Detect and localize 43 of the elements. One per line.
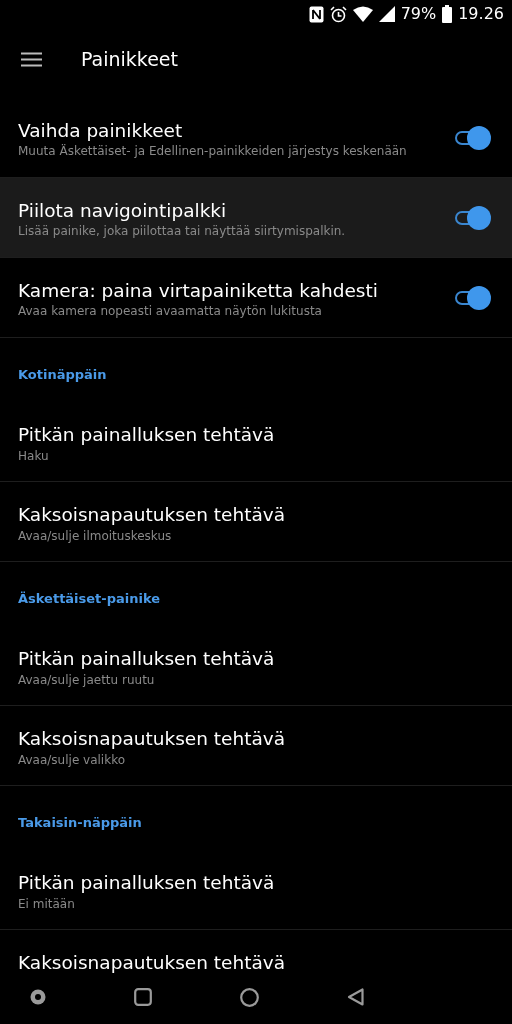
setting-title: Vaihda painikkeet	[18, 119, 184, 141]
signal-icon	[378, 6, 395, 22]
wifi-icon	[352, 6, 373, 22]
toggle-switch[interactable]	[455, 205, 491, 230]
setting-title: Kaksoisnapautuksen tehtävä	[18, 952, 286, 973]
toggle-switch[interactable]	[455, 285, 491, 310]
setting-description: Lisää painike, joka piilottaa tai näyttää siirtymispalkin.	[18, 223, 347, 238]
menu-icon[interactable]	[21, 51, 42, 67]
setting-row[interactable]: Kaksoisnapautuksen tehtävä Avaa/sulje ilmoituskeskus	[0, 482, 512, 562]
page-title: Painikkeet	[81, 48, 178, 70]
setting-description: Avaa kamera nopeasti avaamatta näytön lukitusta	[18, 303, 323, 318]
setting-row[interactable]: Pitkän painalluksen tehtävä Ei mitään	[0, 850, 512, 930]
setting-title: Pitkän painalluksen tehtävä	[18, 424, 276, 445]
setting-title: Pitkän painalluksen tehtävä	[18, 648, 276, 669]
setting-value: Ei mitään	[18, 897, 76, 911]
setting-description: Muuta Äskettäiset- ja Edellinen-painikkeiden järjestys keskenään	[18, 143, 408, 158]
home-icon[interactable]	[240, 987, 259, 1007]
setting-value: Avaa/sulje jaettu ruutu	[18, 673, 156, 687]
setting-row[interactable]: Pitkän painalluksen tehtävä Haku	[0, 402, 512, 482]
setting-title: Kamera: paina virtapainiketta kahdesti	[18, 279, 379, 301]
setting-title: Pitkän painalluksen tehtävä	[18, 872, 276, 893]
battery-percent: 79%	[400, 6, 437, 22]
section-header: Kotinäppäin	[18, 366, 107, 382]
setting-value: Avaa/sulje valikko	[18, 753, 126, 767]
setting-row[interactable]: Pitkän painalluksen tehtävä Avaa/sulje jaettu ruutu	[0, 626, 512, 706]
dot-icon[interactable]	[30, 989, 46, 1005]
section-header: Takaisin-näppäin	[18, 814, 142, 830]
back-icon[interactable]	[347, 988, 364, 1006]
battery-icon	[442, 5, 453, 23]
setting-row[interactable]: Kamera: paina virtapainiketta kahdesti Avaa kamera nopeasti avaamatta näytön lukitusta	[0, 258, 512, 338]
setting-value: Avaa/sulje ilmoituskeskus	[18, 529, 173, 543]
clock-time: 19.26	[458, 6, 504, 22]
setting-title: Piilota navigointipalkki	[18, 199, 228, 221]
alarm-icon	[329, 5, 347, 23]
setting-row[interactable]: Kaksoisnapautuksen tehtävä Avaa/sulje valikko	[0, 706, 512, 786]
section-header: Äskettäiset-painike	[18, 590, 161, 606]
setting-title: Kaksoisnapautuksen tehtävä	[18, 728, 286, 749]
recents-icon[interactable]	[134, 988, 152, 1006]
setting-row[interactable]: Piilota navigointipalkki Lisää painike, joka piilottaa tai näyttää siirtymispalkin.	[0, 178, 512, 258]
setting-value: Haku	[18, 449, 50, 463]
setting-title: Kaksoisnapautuksen tehtävä	[18, 504, 286, 525]
toggle-switch[interactable]	[455, 125, 491, 150]
nfc-icon	[308, 5, 324, 23]
